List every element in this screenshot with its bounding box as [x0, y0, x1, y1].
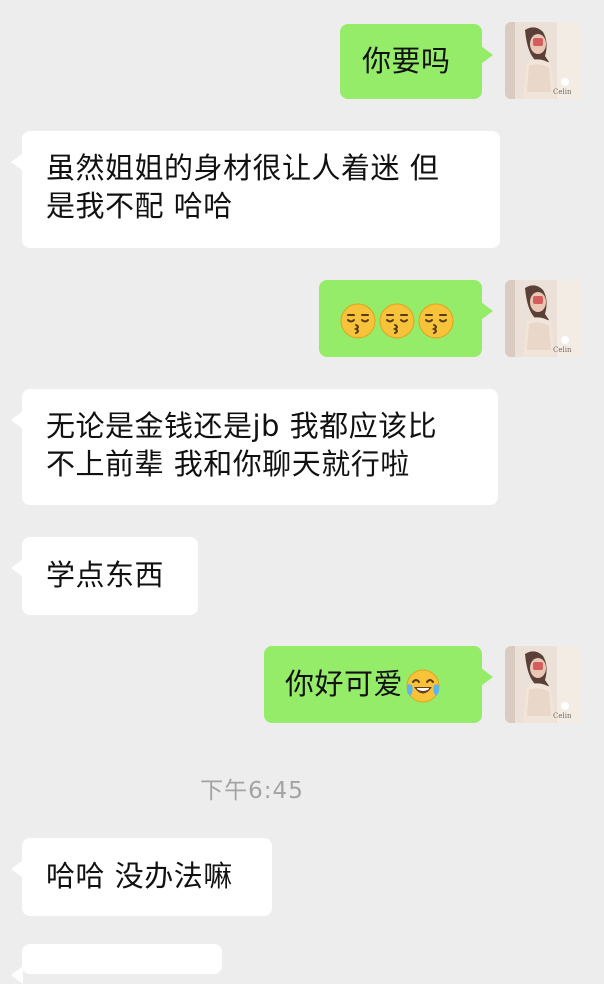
message-line: 不上前辈 我和你聊天就行啦 — [46, 447, 410, 481]
svg-text:Celin: Celin — [553, 346, 572, 354]
my-message-bubble[interactable] — [319, 280, 493, 357]
message-text: 你要吗 — [362, 44, 451, 78]
kissing-closed-eyes-emoji — [340, 303, 376, 339]
my-avatar[interactable]: Celin — [505, 22, 582, 99]
other-message-bubble[interactable]: 哈哈 没办法嘛 — [11, 838, 272, 916]
my-avatar[interactable]: Celin — [505, 646, 582, 723]
message-line: 无论是金钱还是jb 我都应该比 — [46, 409, 438, 443]
svg-text:Celin: Celin — [553, 712, 572, 720]
message-line: 虽然姐姐的身材很让人着迷 但 — [46, 151, 440, 185]
chat-window: 你要吗 Celin 虽然姐姐的身材很让人着迷 但 是我不配 哈哈 Celin 无… — [0, 0, 604, 984]
kissing-closed-eyes-emoji — [418, 303, 454, 339]
svg-text:Celin: Celin — [553, 88, 572, 96]
my-message-bubble[interactable]: 你好可爱 — [264, 646, 493, 723]
avatar-photo-icon: Celin — [505, 280, 582, 357]
kissing-closed-eyes-emoji — [379, 303, 415, 339]
message-text: 哈哈 没办法嘛 — [46, 859, 233, 893]
other-message-bubble[interactable]: 学点东西 — [11, 537, 198, 615]
avatar-photo-icon: Celin — [505, 646, 582, 723]
message-line: 是我不配 哈哈 — [46, 189, 233, 223]
other-message-bubble[interactable]: 无论是金钱还是jb 我都应该比 不上前辈 我和你聊天就行啦 — [11, 389, 498, 505]
message-text: 你好可爱 — [285, 667, 404, 701]
avatar-photo-icon: Celin — [505, 22, 582, 99]
my-message-bubble[interactable]: 你要吗 — [340, 24, 493, 99]
time-divider: 下午6:45 — [200, 778, 304, 804]
other-message-bubble[interactable]: 虽然姐姐的身材很让人着迷 但 是我不配 哈哈 — [11, 131, 500, 248]
tears-of-joy-emoji — [406, 669, 440, 703]
my-avatar[interactable]: Celin — [505, 280, 582, 357]
message-text: 学点东西 — [46, 558, 165, 592]
